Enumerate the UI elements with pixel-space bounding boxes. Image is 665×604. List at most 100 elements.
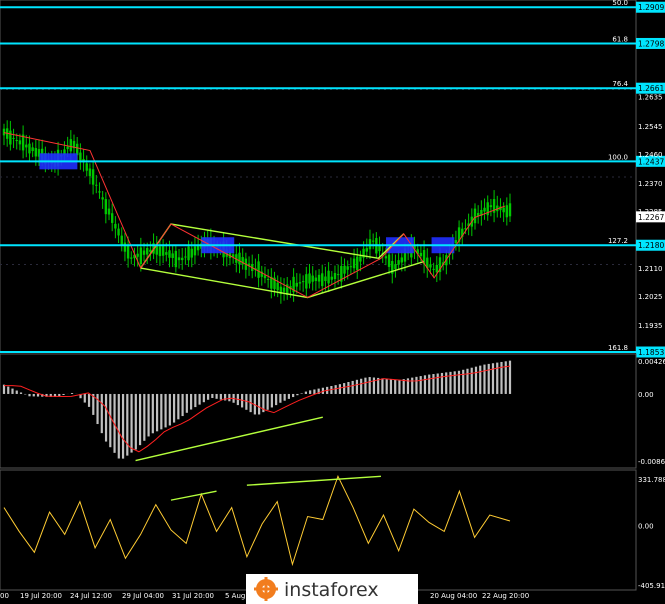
candle-body	[88, 168, 92, 177]
candle-body	[454, 240, 458, 244]
price-tick-label: 1.2635	[638, 94, 663, 102]
candle-body	[298, 282, 302, 284]
candle-body	[136, 253, 139, 257]
candle-body	[2, 128, 6, 136]
candle-body	[69, 139, 73, 152]
candle-body	[419, 252, 423, 257]
fib-price-label: 1.2909	[638, 3, 664, 12]
time-tick-label: 00	[0, 592, 9, 600]
fib-price-label: 1.2798	[638, 39, 664, 48]
candle-body	[66, 146, 69, 149]
candle-body	[397, 260, 400, 265]
fib-price-label: 1.1853	[638, 348, 664, 357]
price-tick-label: 1.2110	[638, 265, 663, 273]
candle-body	[349, 266, 353, 268]
fib-level-label: 50.0	[612, 0, 628, 7]
time-tick-label: 29 Jul 04:00	[122, 592, 164, 600]
candle-body	[356, 256, 359, 271]
candle-body	[317, 274, 321, 282]
candle-body	[263, 275, 267, 279]
candle-body	[168, 250, 171, 258]
candle-body	[238, 252, 241, 265]
price-tick-label: 1.2460	[638, 151, 663, 159]
candle-body	[85, 163, 88, 171]
fib-price-label: 1.2180	[638, 241, 664, 250]
instaforex-watermark: instaforex	[246, 574, 418, 604]
candle-body	[158, 246, 162, 257]
candle-body	[384, 256, 388, 259]
candle-body	[25, 144, 28, 148]
fib-price-label: 1.2661	[638, 84, 664, 93]
candle-body	[181, 257, 184, 261]
candle-body	[483, 207, 486, 212]
candle-body	[34, 148, 38, 157]
candle-body	[330, 276, 333, 280]
candle-body	[429, 264, 432, 268]
candle-body	[139, 247, 143, 265]
candle-body	[101, 197, 104, 200]
candle-body	[308, 273, 311, 284]
candle-body	[314, 277, 318, 282]
fib-level-label: 100.0	[608, 153, 628, 161]
candle-body	[473, 208, 477, 224]
candle-body	[114, 223, 117, 229]
candle-body	[187, 246, 190, 261]
candle-body	[193, 246, 197, 256]
candle-body	[327, 270, 330, 284]
candle-body	[9, 130, 12, 145]
candle-body	[508, 203, 512, 217]
fib-level-label: 127.2	[608, 237, 628, 245]
time-tick-label: 22 Aug 20:00	[482, 592, 529, 600]
cci-tick-label: 331.7881	[638, 476, 665, 484]
time-tick-label: 19 Jul 20:00	[20, 592, 62, 600]
macd-tick-label: -0.00866	[638, 458, 665, 466]
candle-body	[359, 256, 362, 262]
candle-body	[505, 205, 509, 218]
candle-body	[12, 137, 15, 139]
candle-body	[435, 264, 439, 273]
fib-level-label: 61.8	[612, 35, 628, 43]
candle-body	[489, 205, 493, 208]
time-tick-label: 5 Aug	[225, 592, 245, 600]
candle-body	[311, 275, 314, 282]
candle-body	[394, 264, 397, 270]
candle-body	[400, 257, 403, 263]
macd-tick-label: 0.00426	[638, 358, 665, 366]
candle-body	[120, 235, 123, 245]
candle-body	[130, 257, 133, 259]
candle-body	[31, 147, 34, 152]
candle-body	[346, 266, 349, 270]
candle-body	[295, 282, 298, 287]
candle-body	[365, 248, 368, 252]
candle-body	[18, 140, 22, 145]
candle-body	[111, 213, 114, 223]
candle-body	[91, 169, 95, 185]
candle-body	[161, 246, 165, 256]
watermark-text: instaforex	[284, 579, 379, 601]
forex-chart[interactable]: 50.01.290961.8 1.279876.4 1.2661100.0 1.243…	[0, 0, 665, 604]
candle-body	[79, 152, 82, 161]
chart-background	[0, 0, 665, 604]
candle-body	[257, 261, 260, 278]
candle-body	[98, 191, 101, 193]
candle-body	[184, 256, 187, 258]
candle-body	[343, 265, 346, 274]
candle-body	[371, 240, 375, 242]
time-tick-label: 31 Jul 20:00	[172, 592, 214, 600]
candle-body	[266, 278, 270, 280]
candle-body	[321, 273, 324, 287]
macd-tick-label: 0.00	[638, 391, 654, 399]
candle-body	[146, 247, 149, 255]
candle-body	[174, 250, 178, 268]
candle-body	[165, 252, 168, 255]
candle-body	[324, 276, 327, 282]
candle-body	[95, 184, 98, 186]
price-tick-label: 1.2370	[638, 180, 663, 188]
candle-body	[502, 207, 505, 213]
candle-body	[15, 140, 18, 142]
candle-body	[190, 248, 193, 258]
candle-body	[301, 281, 305, 283]
fib-level-label: 161.8	[608, 344, 628, 352]
time-tick-label: 20 Aug 04:00	[430, 592, 477, 600]
fib-level-label: 76.4	[612, 80, 628, 88]
